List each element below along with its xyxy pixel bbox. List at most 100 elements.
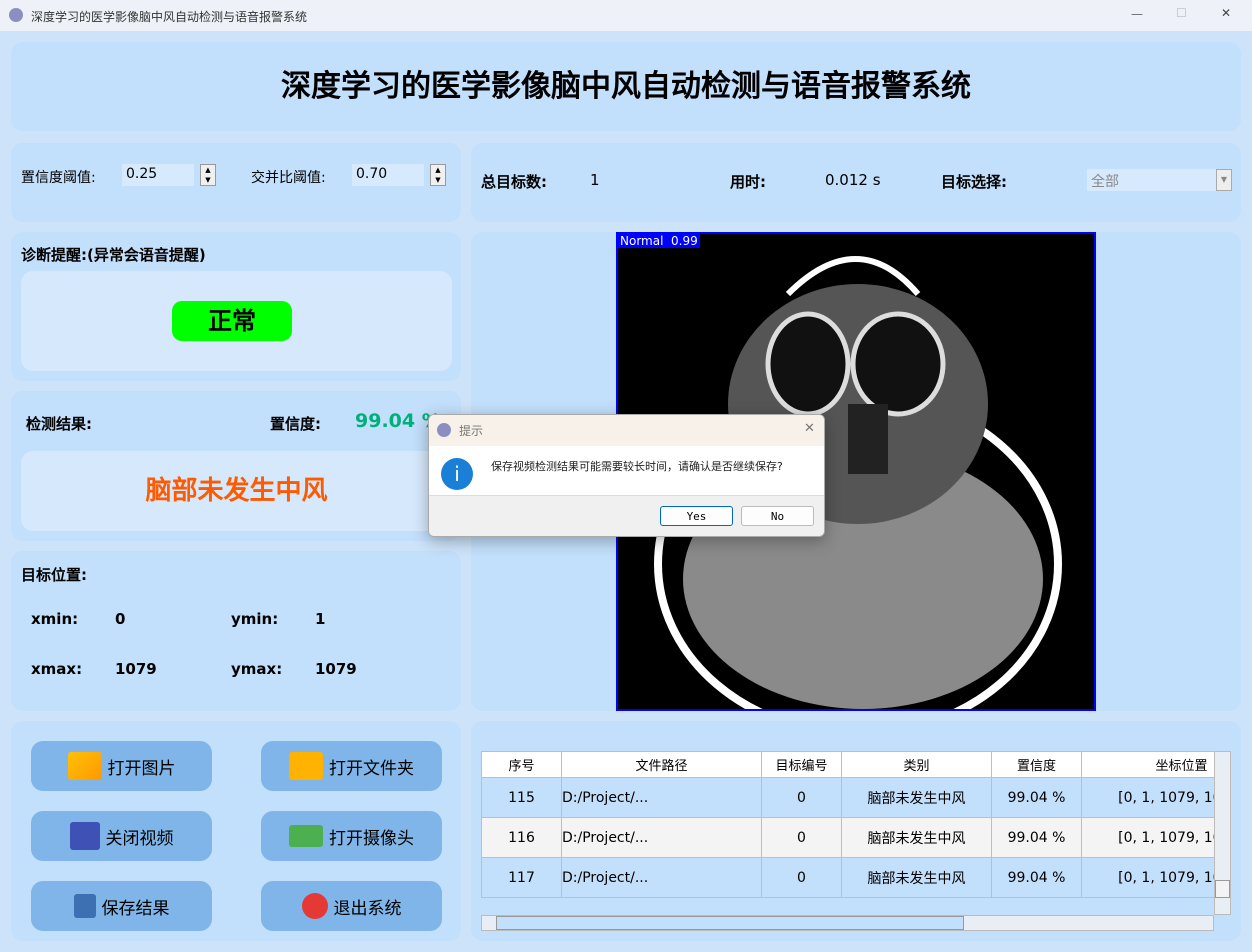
time-value: 0.012 s: [825, 171, 881, 189]
no-button[interactable]: No: [741, 506, 814, 526]
iou-input[interactable]: 0.70: [352, 164, 424, 186]
table-cell: 117: [481, 857, 562, 898]
column-header[interactable]: 序号: [481, 751, 562, 778]
save-icon: [73, 894, 96, 918]
params-panel: 置信度阈值: 0.25 ▲ ▼ 交并比阈值: 0.70 ▲ ▼: [11, 143, 461, 222]
video-icon: [69, 822, 100, 850]
table-cell: 脑部未发生中风: [841, 777, 992, 818]
diagnosis-title: 诊断提醒:(异常会语音提醒): [21, 246, 206, 264]
info-icon: i: [441, 458, 473, 490]
result-panel: 检测结果: 置信度: 99.04 % 脑部未发生中风: [11, 391, 461, 541]
table-panel: 114D:/Project/...0脑部未发生中风99.04 %[0, 1, 1…: [471, 721, 1241, 941]
result-box: 脑部未发生中风: [21, 451, 452, 531]
ymax-value: 1079: [315, 660, 357, 678]
open-folder-label: 打开文件夹: [329, 758, 414, 779]
ymin-value: 1: [315, 610, 326, 628]
column-header[interactable]: 置信度: [991, 751, 1082, 778]
open-camera-button[interactable]: 打开摄像头: [261, 811, 442, 861]
title-bar: 深度学习的医学影像脑中风自动检测与语音报警系统 — ☐ ✕: [0, 0, 1252, 31]
camera-icon: [289, 825, 323, 847]
results-table-container: 114D:/Project/...0脑部未发生中风99.04 %[0, 1, 1…: [481, 751, 1214, 915]
table-row[interactable]: 115 D:/Project/... 0 脑部未发生中风 99.04 % [0, 1, 1…: [481, 777, 1214, 818]
conf-label: 置信度阈值:: [21, 170, 96, 186]
table-cell: 99.04 %: [991, 817, 1082, 858]
ymin-label: ymin:: [231, 610, 279, 628]
table-cell: 0: [761, 817, 842, 858]
conf-input[interactable]: 0.25: [122, 164, 194, 186]
exit-label: 退出系统: [333, 898, 402, 919]
target-select[interactable]: 全部 ▼: [1087, 169, 1232, 191]
stats-panel: 总目标数: 1 用时: 0.012 s 目标选择: 全部 ▼: [471, 143, 1241, 222]
table-cell: [0, 1, 1079, 1079]: [1081, 817, 1214, 858]
confidence-label: 置信度:: [270, 415, 321, 433]
folder-icon: [289, 752, 323, 780]
column-header[interactable]: 坐标位置: [1081, 751, 1214, 778]
diagnosis-box: 正常: [21, 271, 452, 371]
open-folder-button[interactable]: 打开文件夹: [261, 741, 442, 791]
table-cell: 99.04 %: [991, 777, 1082, 818]
table-cell: 116: [481, 817, 562, 858]
scroll-thumb[interactable]: [1215, 880, 1230, 898]
table-cell: 脑部未发生中风: [841, 857, 992, 898]
position-title: 目标位置:: [21, 566, 87, 584]
column-header[interactable]: 文件路径: [561, 751, 762, 778]
iou-stepper[interactable]: ▲ ▼: [430, 164, 446, 186]
table-row[interactable]: 117 D:/Project/... 0 脑部未发生中风 99.04 % [0, 1, 1…: [481, 857, 1214, 898]
target-select-value: 全部: [1091, 174, 1119, 190]
total-value: 1: [590, 171, 600, 189]
dialog-close-button[interactable]: ✕: [804, 421, 815, 436]
image-icon: [67, 752, 102, 780]
table-cell: D:/Project/...: [561, 857, 762, 898]
close-video-label: 关闭视频: [105, 828, 174, 849]
result-label: 检测结果:: [26, 415, 92, 433]
dialog-message: 保存视频检测结果可能需要较长时间，请确认是否继续保存?: [491, 460, 783, 473]
table-cell: D:/Project/...: [561, 777, 762, 818]
diagnosis-panel: 诊断提醒:(异常会语音提醒) 正常: [11, 232, 461, 381]
table-cell: [0, 1, 1079, 1079]: [1081, 857, 1214, 898]
column-header[interactable]: 目标编号: [761, 751, 842, 778]
time-label: 用时:: [730, 173, 766, 191]
conf-stepper[interactable]: ▲ ▼: [200, 164, 216, 186]
open-camera-label: 打开摄像头: [329, 828, 414, 849]
chevron-down-icon: ▼: [1216, 169, 1232, 191]
vertical-scrollbar[interactable]: [1214, 751, 1231, 915]
column-header[interactable]: 类别: [841, 751, 992, 778]
buttons-panel: 打开图片 打开文件夹 关闭视频 打开摄像头 保存结果 退出系统: [11, 721, 461, 941]
table-cell: 0: [761, 857, 842, 898]
close-video-button[interactable]: 关闭视频: [31, 811, 212, 861]
app-icon: [9, 8, 23, 22]
maximize-button[interactable]: ☐: [1176, 6, 1187, 20]
save-button[interactable]: 保存结果: [31, 881, 212, 931]
page-title: 深度学习的医学影像脑中风自动检测与语音报警系统: [281, 69, 971, 104]
table-cell: 115: [481, 777, 562, 818]
ymax-label: ymax:: [231, 660, 283, 678]
total-label: 总目标数:: [481, 173, 547, 191]
save-label: 保存结果: [101, 898, 170, 919]
dialog-title: 提示: [459, 424, 484, 438]
app-icon: [437, 423, 451, 437]
confirm-dialog: 提示 ✕ i 保存视频检测结果可能需要较长时间，请确认是否继续保存? Yes N…: [428, 414, 825, 537]
iou-label: 交并比阈值:: [251, 170, 326, 186]
header-panel: 深度学习的医学影像脑中风自动检测与语音报警系统: [11, 42, 1241, 131]
table-cell: 99.04 %: [991, 857, 1082, 898]
table-cell: [0, 1, 1079, 1079]: [1081, 777, 1214, 818]
close-button[interactable]: ✕: [1221, 6, 1231, 20]
table-row[interactable]: 116 D:/Project/... 0 脑部未发生中风 99.04 % [0, 1, 1…: [481, 817, 1214, 858]
position-panel: 目标位置: xmin: 0 ymin: 1 xmax: 1079 ymax: 1…: [11, 551, 461, 711]
horizontal-scrollbar[interactable]: [481, 915, 1214, 931]
target-select-label: 目标选择:: [941, 173, 1007, 191]
xmin-label: xmin:: [31, 610, 79, 628]
exit-button[interactable]: 退出系统: [261, 881, 442, 931]
open-image-button[interactable]: 打开图片: [31, 741, 212, 791]
detection-label: Normal 0.99: [618, 234, 700, 248]
open-image-label: 打开图片: [107, 758, 176, 779]
minimize-button[interactable]: —: [1131, 7, 1143, 21]
power-icon: [301, 893, 328, 919]
yes-button[interactable]: Yes: [660, 506, 733, 526]
table-cell: D:/Project/...: [561, 817, 762, 858]
xmax-label: xmax:: [31, 660, 83, 678]
xmin-value: 0: [115, 610, 126, 628]
h-scroll-thumb[interactable]: [496, 916, 964, 930]
table-cell: 0: [761, 777, 842, 818]
xmax-value: 1079: [115, 660, 157, 678]
